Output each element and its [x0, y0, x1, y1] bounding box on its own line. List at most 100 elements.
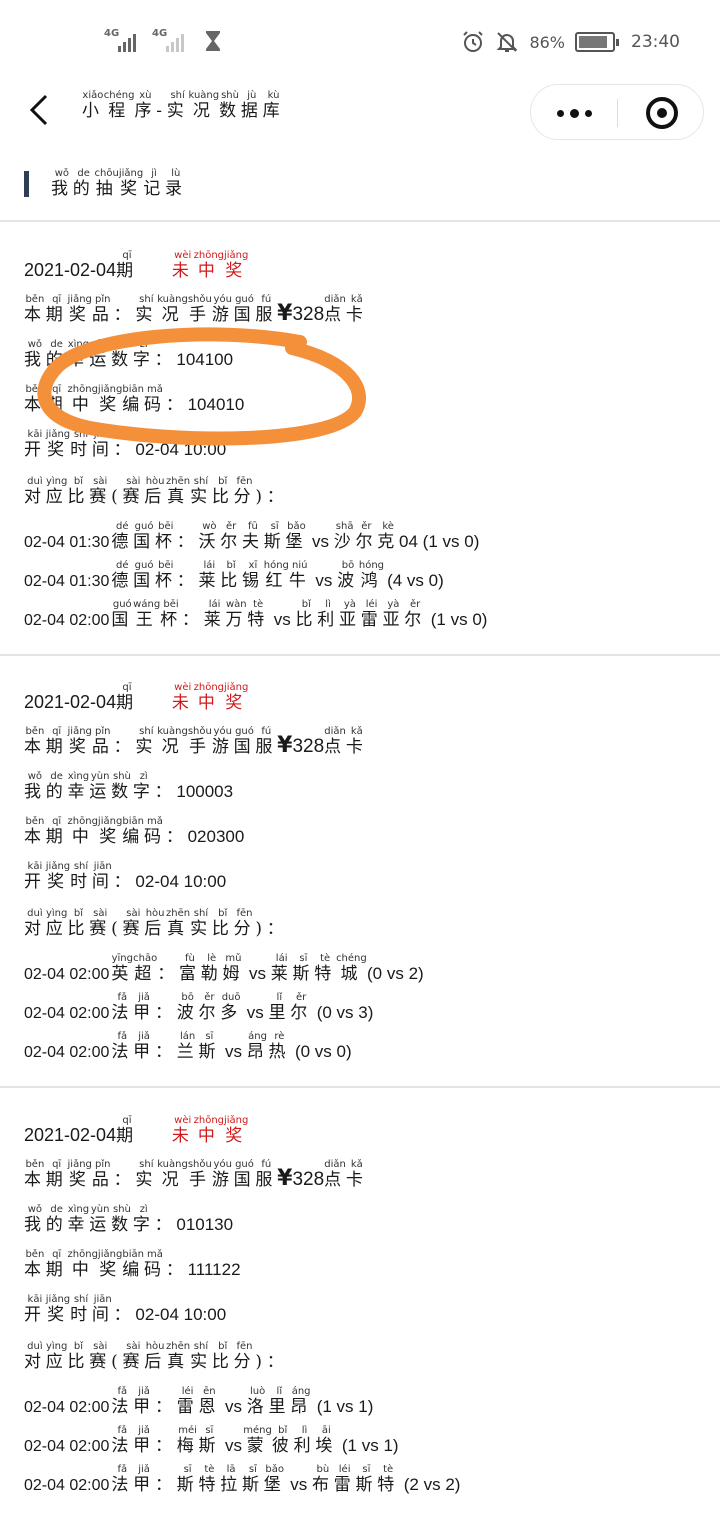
draw-time: 02-04 10:00 [135, 872, 227, 891]
status-left: 4G 4G [104, 28, 222, 52]
prize-name: 实shí况kuàng手shǒu游yóu国guó服fú [135, 1159, 278, 1190]
match-time: 02-04 02:00 [24, 1005, 110, 1022]
lucky-number-row: 我wǒ的de幸xìng运yùn数shù字zì：010130 [24, 1204, 234, 1235]
battery-percent: 86% [529, 32, 565, 52]
win-code: 020300 [187, 827, 245, 846]
match-description: 德dé国guó杯bēi：莱lái比bǐ锡xī红hóng牛niú vs 波bō鸿h… [111, 560, 444, 591]
back-arrow-icon[interactable] [26, 90, 56, 130]
match-description: 英yīng超chāo：富fù勒lè姆mǔ vs 莱lái斯sī特tè城chéng… [111, 953, 424, 984]
matches-label: 对duì应yìng比bǐ赛sài(赛sài后hòu真zhēn实shí比bǐ分fē… [24, 1341, 289, 1372]
hourglass-icon [206, 31, 220, 51]
miniprogram-capsule [530, 84, 704, 140]
status-badge-not-won: 未wèi中zhōng奖jiǎng [171, 1115, 249, 1146]
section-header: 我wǒ的de抽chōu奖jiǎng记jì录lù [24, 168, 187, 199]
match-time: 02-04 02:00 [24, 1477, 110, 1494]
match-row: 02-04 01:30 德dé国guó杯bēi：莱lái比bǐ锡xī红hóng牛n… [0, 560, 444, 592]
match-row: 02-04 02:00 法fǎ甲jiǎ：波bō尔ěr多duō vs 里lǐ尔ěr … [0, 992, 373, 1024]
prize-row: 本běn期qī奖jiǎng品pǐn：实shí况kuàng手shǒu游yóu国gu… [24, 1159, 368, 1191]
nav-header: 小xiǎo程chéng序xù-实shí况kuàng数shù据jù库kù [0, 84, 720, 140]
match-description: 国guó王wáng杯bēi：莱lái万wàn特tè vs 比bǐ利lì亚yà雷l… [111, 599, 488, 630]
signal-2-label: 4G [152, 28, 168, 39]
signal-1-label: 4G [104, 28, 120, 39]
signal-icon-1: 4G [104, 28, 144, 52]
draw-time-row: 开kāi奖jiǎng时shí间jiān：02-04 10:00 [24, 429, 227, 460]
matches-label: 对duì应yìng比bǐ赛sài(赛sài后hòu真zhēn实shí比bǐ分fē… [24, 476, 289, 507]
period-label: 期qī [116, 1115, 138, 1146]
match-description: 法fǎ甲jiǎ：雷léi恩ēn vs 洛luò里lǐ昂áng (1 vs 1) [111, 1386, 374, 1417]
win-code-row: 本běn期qī中zhōng奖jiǎng编biān码mǎ：104010 [24, 384, 245, 415]
prize-row: 本běn期qī奖jiǎng品pǐn：实shí况kuàng手shǒu游yóu国gu… [24, 726, 368, 758]
alarm-icon [463, 31, 484, 52]
match-time: 02-04 01:30 [24, 534, 110, 551]
prize-amount: 328 [292, 1169, 325, 1190]
prize-amount: 328 [292, 736, 325, 757]
record-date: 2021-02-04 [24, 1125, 117, 1145]
win-code: 111122 [187, 1260, 241, 1279]
signal-icon-2: 4G [152, 28, 192, 52]
divider [0, 220, 720, 222]
match-row: 02-04 02:00 法fǎ甲jiǎ：斯sī特tè拉lā斯sī堡bǎo vs 布… [0, 1464, 460, 1496]
match-time: 02-04 01:30 [24, 573, 110, 590]
dot-icon [584, 109, 592, 117]
status-badge-not-won: 未wèi中zhōng奖jiǎng [171, 250, 249, 281]
period-label: 期qī [116, 682, 138, 713]
battery-fill [579, 36, 607, 48]
status-badge-not-won: 未wèi中zhōng奖jiǎng [171, 682, 249, 713]
draw-time: 02-04 10:00 [135, 1305, 227, 1324]
record-date: 2021-02-04 [24, 260, 117, 280]
match-time: 02-04 02:00 [24, 1044, 110, 1061]
prize-name: 实shí况kuàng手shǒu游yóu国guó服fú [135, 726, 278, 757]
lucky-number-row: 我wǒ的de幸xìng运yùn数shù字zì：104100 [24, 339, 234, 370]
record-date-row: 2021-02-04期qī 未wèi中zhōng奖jiǎng [24, 250, 248, 282]
prize-amount: 328 [292, 304, 325, 325]
section-accent-bar [24, 171, 29, 197]
lucky-number: 010130 [176, 1215, 234, 1234]
lucky-number-row: 我wǒ的de幸xìng运yùn数shù字zì：100003 [24, 771, 234, 802]
match-time: 02-04 02:00 [24, 966, 110, 983]
capsule-divider [617, 99, 618, 127]
prize-row: 本běn期qī奖jiǎng品pǐn：实shí况kuàng手shǒu游yóu国gu… [24, 294, 368, 326]
page-title: 小xiǎo程chéng序xù-实shí况kuàng数shù据jù库kù [82, 90, 285, 121]
matches-label: 对duì应yìng比bǐ赛sài(赛sài后hòu真zhēn实shí比bǐ分fē… [24, 908, 289, 939]
more-options-button[interactable] [531, 85, 617, 141]
win-code-row: 本běn期qī中zhōng奖jiǎng编biān码mǎ：020300 [24, 816, 245, 847]
match-row: 02-04 02:00 法fǎ甲jiǎ：梅méi斯sī vs 蒙méng彼bǐ利l… [0, 1425, 399, 1457]
record-date: 2021-02-04 [24, 692, 117, 712]
currency-symbol: ¥ [277, 733, 293, 758]
lucky-number: 100003 [176, 782, 234, 801]
target-circle-icon [646, 97, 678, 129]
draw-time-row: 开kāi奖jiǎng时shí间jiān：02-04 10:00 [24, 861, 227, 892]
match-description: 法fǎ甲jiǎ：波bō尔ěr多duō vs 里lǐ尔ěr (0 vs 3) [111, 992, 374, 1023]
draw-time: 02-04 10:00 [135, 440, 227, 459]
dot-icon [569, 108, 579, 118]
divider [0, 654, 720, 656]
prize-name: 实shí况kuàng手shǒu游yóu国guó服fú [135, 294, 278, 325]
match-row: 02-04 02:00 国guó王wáng杯bēi：莱lái万wàn特tè vs … [0, 599, 487, 631]
draw-time-row: 开kāi奖jiǎng时shí间jiān：02-04 10:00 [24, 1294, 227, 1325]
match-description: 法fǎ甲jiǎ：梅méi斯sī vs 蒙méng彼bǐ利lì埃āi (1 vs … [111, 1425, 399, 1456]
record-date-row: 2021-02-04期qī 未wèi中zhōng奖jiǎng [24, 682, 248, 714]
battery-icon [575, 32, 619, 52]
lucky-number: 104100 [176, 350, 234, 369]
status-bar: 4G 4G 86% 23:40 [0, 0, 720, 84]
period-label: 期qī [116, 250, 138, 281]
match-row: 02-04 02:00 法fǎ甲jiǎ：兰lán斯sī vs 昂áng热rè (0… [0, 1031, 352, 1063]
win-code: 104010 [187, 395, 245, 414]
close-miniprogram-button[interactable] [619, 85, 705, 141]
match-description: 法fǎ甲jiǎ：斯sī特tè拉lā斯sī堡bǎo vs 布bù雷léi斯sī特t… [111, 1464, 461, 1495]
match-row: 02-04 02:00 英yīng超chāo：富fù勒lè姆mǔ vs 莱lái斯… [0, 953, 424, 985]
currency-symbol: ¥ [277, 1166, 293, 1191]
section-title: 我wǒ的de抽chōu奖jiǎng记jì录lù [51, 168, 187, 199]
mute-bell-icon [497, 32, 518, 52]
match-row: 02-04 01:30 德dé国guó杯bēi：沃wò尔ěr夫fū斯sī堡bǎo … [0, 521, 479, 553]
match-row: 02-04 02:00 法fǎ甲jiǎ：雷léi恩ēn vs 洛luò里lǐ昂án… [0, 1386, 373, 1418]
match-time: 02-04 02:00 [24, 612, 110, 629]
dot-icon [556, 109, 564, 117]
win-code-row: 本běn期qī中zhōng奖jiǎng编biān码mǎ：111122 [24, 1249, 241, 1280]
match-description: 法fǎ甲jiǎ：兰lán斯sī vs 昂áng热rè (0 vs 0) [111, 1031, 352, 1062]
match-time: 02-04 02:00 [24, 1399, 110, 1416]
currency-symbol: ¥ [277, 301, 293, 326]
record-date-row: 2021-02-04期qī 未wèi中zhōng奖jiǎng [24, 1115, 248, 1147]
match-description: 德dé国guó杯bēi：沃wò尔ěr夫fū斯sī堡bǎo vs 沙shā尔ěr克… [111, 521, 480, 552]
divider [0, 1086, 720, 1088]
